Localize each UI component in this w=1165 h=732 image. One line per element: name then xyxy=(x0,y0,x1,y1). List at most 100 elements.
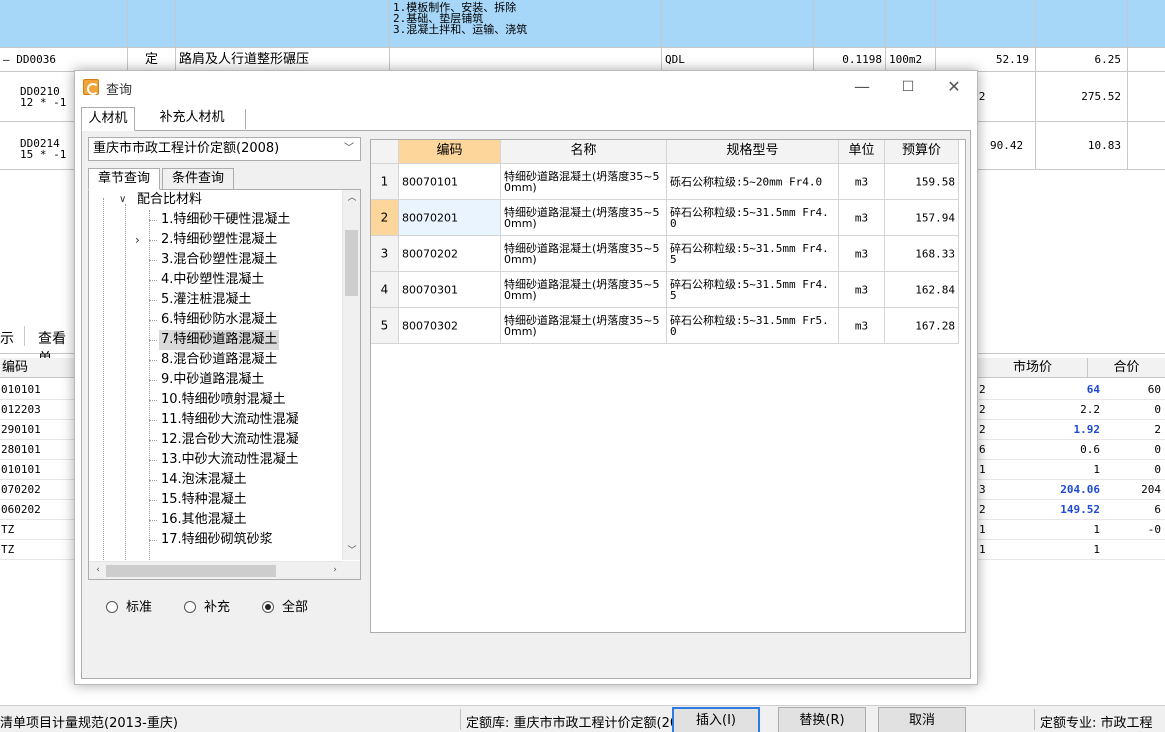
bg-tabbar: 示 查看单 xyxy=(0,318,74,367)
scroll-down-icon[interactable]: ﹀ xyxy=(343,543,360,560)
row-number: 3 xyxy=(371,236,399,272)
cell-price: 167.28 xyxy=(885,308,959,344)
status-quota-specialty: 定额专业: 市政工程 xyxy=(1040,716,1153,731)
sum-price: 6 xyxy=(1154,503,1161,516)
cell-name: 特细砂道路混凝土(坍落度35~50mm) xyxy=(501,272,667,308)
row-number: 5 xyxy=(371,308,399,344)
row-number: 4 xyxy=(371,272,399,308)
bg-row-dd0036[interactable]: — DD0036 定 路肩及人行道整形碾压 QDL 0.1198 100m2 5… xyxy=(0,48,1165,72)
sum-price: 0 xyxy=(1154,443,1161,456)
bg-header-sum: 合价 xyxy=(1088,358,1165,378)
col-code[interactable]: 编码 xyxy=(399,140,501,164)
col-budget-price[interactable]: 预算价 xyxy=(885,140,959,164)
cell-spec: 碎石公称粒级:5~31.5mm Fr4.5 xyxy=(667,272,839,308)
scroll-thumb[interactable] xyxy=(345,230,358,296)
cell-price: 159.58 xyxy=(885,164,959,200)
cell-code: 80070101 xyxy=(399,164,501,200)
bg-code-row[interactable]: 010101 xyxy=(0,380,74,400)
cell-code: 80070301 xyxy=(399,272,501,308)
market-price: 64 xyxy=(1086,383,1100,396)
cell-price: 157.94 xyxy=(885,200,959,236)
grid-row[interactable]: 4 80070301 特细砂道路混凝土(坍落度35~50mm) 碎石公称粒级:5~31… xyxy=(371,272,965,308)
row-number: 2 xyxy=(371,200,399,236)
tree-vertical-scrollbar[interactable]: ︿ ﹀ xyxy=(342,190,360,560)
market-price: 204.06 xyxy=(1060,483,1100,496)
close-button[interactable]: ✕ xyxy=(931,71,977,103)
minimize-button[interactable]: — xyxy=(839,71,885,103)
cell-spec: 碎石公称粒级:5~31.5mm Fr4.0 xyxy=(667,200,839,236)
dialog-title: 查询 xyxy=(106,83,133,98)
market-price: 0.6 xyxy=(1080,443,1100,456)
bg-price-row[interactable]: 2 64 60 xyxy=(968,380,1165,400)
col-spec[interactable]: 规格型号 xyxy=(667,140,839,164)
bg-tab-show[interactable]: 示 xyxy=(0,328,14,348)
tab-chapter-query[interactable]: 章节查询 xyxy=(88,168,160,190)
cell-unit: m3 xyxy=(839,200,885,236)
col-unit[interactable]: 单位 xyxy=(839,140,885,164)
sum-price: 60 xyxy=(1147,383,1161,396)
grid-row[interactable]: 1 80070101 特细砂道路混凝土(坍落度35~50mm) 砾石公称粒级:5~20… xyxy=(371,164,965,200)
chevron-down-icon: ﹀ xyxy=(344,143,354,154)
bg-price-row[interactable]: 11 xyxy=(968,540,1165,560)
radio-standard[interactable]: 标准 xyxy=(106,598,152,618)
row-number: 1 xyxy=(371,164,399,200)
scroll-thumb-horizontal[interactable] xyxy=(106,565,276,577)
bg-price-row[interactable]: 6 0.6 0 xyxy=(968,440,1165,460)
cell-name: 特细砂道路混凝土(坍落度35~50mm) xyxy=(501,236,667,272)
bg-code-row[interactable]: 060202 xyxy=(0,500,74,520)
col-name[interactable]: 名称 xyxy=(501,140,667,164)
grid-row[interactable]: 5 80070302 特细砂道路混凝土(坍落度35~50mm) 碎石公称粒级:5~31… xyxy=(371,308,965,344)
bg-price-row[interactable]: 110 xyxy=(968,460,1165,480)
chapter-tree: ∨ 配合比材料 1.特细砂干硬性混凝土 › 2.特细砂塑性混凝土 3.混合砂塑性混凝土… xyxy=(88,189,361,580)
maximize-button[interactable]: ☐ xyxy=(885,71,931,103)
background-resource-list-right: 市场价 合价 2 64 60 2 2.2 0 2 1.92 2 6 0.6 0 1 1 0 3 204.06 20… xyxy=(968,318,1165,598)
bg-header-market-price: 市场价 xyxy=(978,358,1088,378)
bg-row-description[interactable]: 1.模板制作、安装、拆除 2.基础、垫层铺筑 3.混凝土拌和、运输、浇筑 xyxy=(0,0,1165,48)
radio-supplementary[interactable]: 补充 xyxy=(184,598,230,618)
dialog-titlebar[interactable]: 查询 — ☐ ✕ xyxy=(75,71,977,103)
cell-unit: m3 xyxy=(839,272,885,308)
sum-price: 0 xyxy=(1154,403,1161,416)
market-price: 1.92 xyxy=(1073,423,1101,436)
scroll-left-icon[interactable]: ‹ xyxy=(89,562,107,579)
query-dialog: 查询 — ☐ ✕ 人材机 补充人材机 重庆市市政工程计价定额(2008) ﹀ 章… xyxy=(74,70,978,732)
tab-supplementary-resources[interactable]: 补充人材机 xyxy=(141,107,243,131)
bg-code-row[interactable]: 010101 xyxy=(0,460,74,480)
tab-resources[interactable]: 人材机 xyxy=(81,107,135,131)
market-price: 2.2 xyxy=(1080,403,1100,416)
bg-row-work-content: 1.模板制作、安装、拆除 2.基础、垫层铺筑 3.混凝土拌和、运输、浇筑 xyxy=(390,0,662,47)
bg-price-row[interactable]: 2 1.92 2 xyxy=(968,420,1165,440)
bg-code-row[interactable]: 012203 xyxy=(0,400,74,420)
grid-row[interactable]: 2 80070201 特细砂道路混凝土(坍落度35~50mm) 碎石公称粒级:5~31… xyxy=(371,200,965,236)
bg-price-row[interactable]: 2 2.2 0 xyxy=(968,400,1165,420)
market-price: 149.52 xyxy=(1060,503,1100,516)
bg-price-row[interactable]: 2 149.52 6 xyxy=(968,500,1165,520)
cell-unit: m3 xyxy=(839,308,885,344)
bg-code-row[interactable]: 070202 xyxy=(0,480,74,500)
tab-condition-query[interactable]: 条件查询 xyxy=(162,168,234,190)
bg-price-row[interactable]: 1 1 -0 xyxy=(968,520,1165,540)
scroll-up-icon[interactable]: ︿ xyxy=(343,190,360,207)
cell-spec: 碎石公称粒级:5~31.5mm Fr5.0 xyxy=(667,308,839,344)
cell-name: 特细砂道路混凝土(坍落度35~50mm) xyxy=(501,164,667,200)
bg-code-row[interactable]: 290101 xyxy=(0,420,74,440)
radio-all[interactable]: 全部 xyxy=(262,598,308,618)
cell-spec: 砾石公称粒级:5~20mm Fr4.0 xyxy=(667,164,839,200)
status-bar: 清单项目计量规范(2013-重庆) 定额库: 重庆市市政工程计价定额(2008)… xyxy=(0,705,1165,732)
cell-price: 162.84 xyxy=(885,272,959,308)
background-resource-list-left: 示 查看单 编码 0101010122032901012801010101010… xyxy=(0,318,74,598)
cancel-button[interactable]: 取消 xyxy=(878,707,966,732)
grid-row[interactable]: 3 80070202 特细砂道路混凝土(坍落度35~50mm) 碎石公称粒级:5~31… xyxy=(371,236,965,272)
bg-code-row[interactable]: TZ xyxy=(0,520,74,540)
tree-horizontal-scrollbar[interactable]: ‹ › xyxy=(89,561,344,579)
market-price: 1 xyxy=(1093,523,1100,536)
bg-price-row[interactable]: 3 204.06 204 xyxy=(968,480,1165,500)
bg-code-row[interactable]: TZ xyxy=(0,540,74,560)
expand-icon[interactable]: › xyxy=(135,233,140,247)
insert-button[interactable]: 插入(I) xyxy=(672,707,760,732)
quota-library-select[interactable]: 重庆市市政工程计价定额(2008) ﹀ xyxy=(88,137,361,161)
dialog-panel: 重庆市市政工程计价定额(2008) ﹀ 章节查询 条件查询 ∨ 配合比材料 1.… xyxy=(81,130,971,732)
bg-code-row[interactable]: 280101 xyxy=(0,440,74,460)
replace-button[interactable]: 替换(R) xyxy=(778,707,866,732)
status-spec: 清单项目计量规范(2013-重庆) xyxy=(0,716,178,731)
